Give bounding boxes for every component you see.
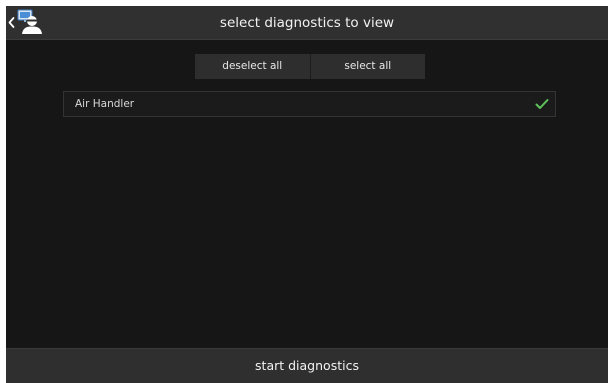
page-title: select diagnostics to view [219,15,395,31]
technician-monitor-icon [17,9,42,34]
diagnostic-item-label: Air Handler [75,98,135,110]
checkmark-icon [535,99,549,109]
back-button[interactable] [6,6,58,40]
select-all-button[interactable]: select all [309,54,426,79]
start-diagnostics-button[interactable]: start diagnostics [6,348,608,383]
chevron-left-icon [8,17,15,28]
deselect-all-button[interactable]: deselect all [195,54,310,79]
selection-toggle-group: deselect all select all [195,54,425,79]
header-bar: select diagnostics to view [6,6,608,40]
diagnostic-item-air-handler[interactable]: Air Handler [63,91,556,117]
app-screen: select diagnostics to view deselect all … [6,6,608,383]
